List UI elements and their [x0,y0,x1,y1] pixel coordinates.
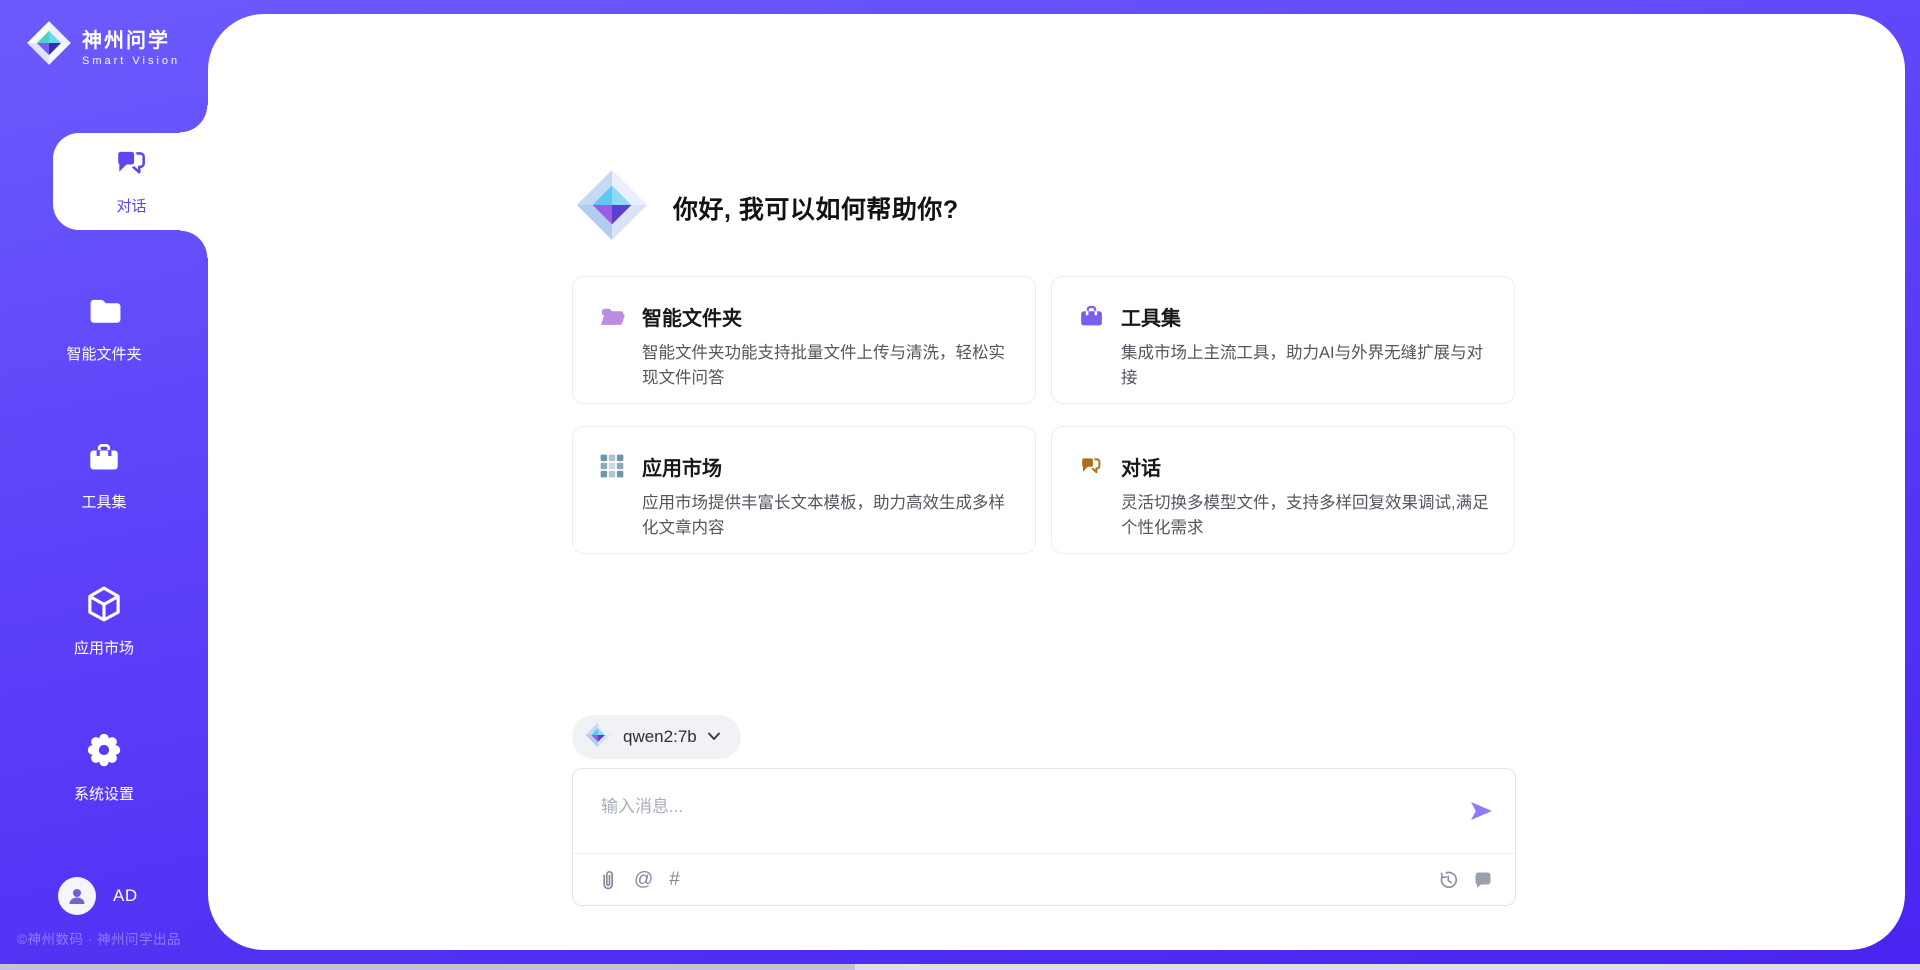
card-description: 应用市场提供丰富长文本模板，助力高效生成多样化文章内容 [642,491,1014,541]
scrollbar-thumb[interactable] [0,964,855,970]
assistant-diamond-icon [575,168,649,247]
brand-title: 神州问学 [82,24,180,53]
folder-icon [85,317,123,334]
user-initials: AD [113,886,138,906]
hashtag-icon[interactable]: # [669,870,680,889]
card-chat[interactable]: 对话 灵活切换多模型文件，支持多样回复效果调试,满足个性化需求 [1051,426,1515,554]
active-tab-fillet-bottom [180,230,208,258]
gear-icon [84,757,124,774]
message-input[interactable] [573,769,1515,851]
model-diamond-icon [585,722,611,753]
card-title: 智能文件夹 [642,302,1014,331]
card-title: 对话 [1121,452,1493,481]
pixel-cube-icon [599,453,627,484]
card-smart-folder[interactable]: 智能文件夹 智能文件夹功能支持批量文件上传与清洗，轻松实现文件问答 [572,276,1036,404]
sidebar-item-settings[interactable]: 系统设置 [0,730,208,804]
active-tab-fillet-top [180,105,208,133]
avatar [58,877,96,915]
sidebar-item-label: 智能文件夹 [0,343,208,364]
sidebar-item-label: 工具集 [0,491,208,512]
feature-cards-grid: 智能文件夹 智能文件夹功能支持批量文件上传与清洗，轻松实现文件问答 工具集 集成… [572,276,1516,554]
brand-logo-block: 神州问学 Smart Vision [26,20,180,71]
chat-bubbles-icon [112,171,152,188]
mention-icon[interactable]: @ [634,870,653,889]
sidebar-item-label: 系统设置 [0,783,208,804]
sidebar-item-smart-folder[interactable]: 智能文件夹 [0,292,208,364]
greeting-block: 你好, 我可以如何帮助你? [575,168,959,247]
toolbox-icon [85,465,123,482]
composer-toolbar: @ # [573,854,1515,905]
card-title: 工具集 [1121,302,1493,331]
sidebar-item-label: 对话 [53,195,210,216]
card-toolset[interactable]: 工具集 集成市场上主流工具，助力AI与外界无缝扩展与对接 [1051,276,1515,404]
sidebar-item-label: 应用市场 [0,637,208,658]
card-description: 灵活切换多模型文件，支持多样回复效果调试,满足个性化需求 [1121,491,1493,541]
card-app-market[interactable]: 应用市场 应用市场提供丰富长文本模板，助力高效生成多样化文章内容 [572,426,1036,554]
chevron-down-icon [707,728,721,746]
app-root: 神州问学 Smart Vision 对话 智能文件夹 [0,0,1920,970]
toolbox-icon [1078,303,1106,335]
cube-icon [84,611,124,628]
person-icon [65,884,89,908]
message-composer: @ # [572,768,1516,906]
chat-bubbles-icon [1078,453,1106,485]
model-name: qwen2:7b [623,727,697,747]
horizontal-scrollbar[interactable] [0,964,1920,970]
model-selector[interactable]: qwen2:7b [572,715,741,759]
comment-icon[interactable] [1473,870,1493,890]
attachment-icon[interactable] [598,869,618,891]
card-description: 集成市场上主流工具，助力AI与外界无缝扩展与对接 [1121,341,1493,391]
history-icon[interactable] [1437,869,1459,891]
send-icon[interactable] [1467,797,1495,825]
folder-open-icon [599,303,627,336]
card-title: 应用市场 [642,452,1014,481]
sidebar-item-app-market[interactable]: 应用市场 [0,584,208,658]
brand-subtitle: Smart Vision [82,55,180,67]
card-description: 智能文件夹功能支持批量文件上传与清洗，轻松实现文件问答 [642,341,1014,391]
sidebar-footer-text: ©神州数码 · 神州问学出品 [17,928,207,948]
greeting-title: 你好, 我可以如何帮助你? [673,190,959,226]
sidebar-item-toolset[interactable]: 工具集 [0,440,208,512]
user-account[interactable]: AD [58,877,138,915]
sidebar-item-chat[interactable]: 对话 [53,133,210,230]
brand-diamond-icon [26,20,72,71]
